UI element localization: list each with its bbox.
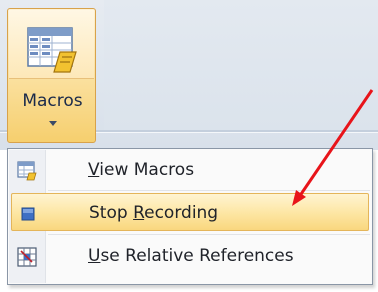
menu-separator [48, 234, 370, 235]
menu-item-label: Use Relative References [88, 246, 294, 266]
macros-button-label: Macros [22, 91, 83, 111]
ribbon-group-area [104, 0, 378, 130]
menu-item-label: Stop Recording [89, 203, 219, 223]
chevron-down-icon [49, 121, 57, 126]
stop-recording-icon [21, 207, 35, 221]
macros-icon [27, 27, 77, 73]
view-macros-icon [17, 161, 37, 181]
menu-item-view-macros[interactable]: View Macros [11, 151, 369, 189]
menu-item-use-relative-references[interactable]: Use Relative References [11, 237, 369, 275]
menu-item-stop-recording[interactable]: Stop Recording [11, 193, 369, 231]
menu-separator [48, 190, 370, 191]
menu-item-label: View Macros [88, 160, 195, 180]
macros-dropdown-menu: View Macros Stop Recording Use Relative … [7, 148, 373, 285]
relative-references-icon [17, 247, 37, 267]
macros-button[interactable]: Macros [7, 8, 96, 143]
